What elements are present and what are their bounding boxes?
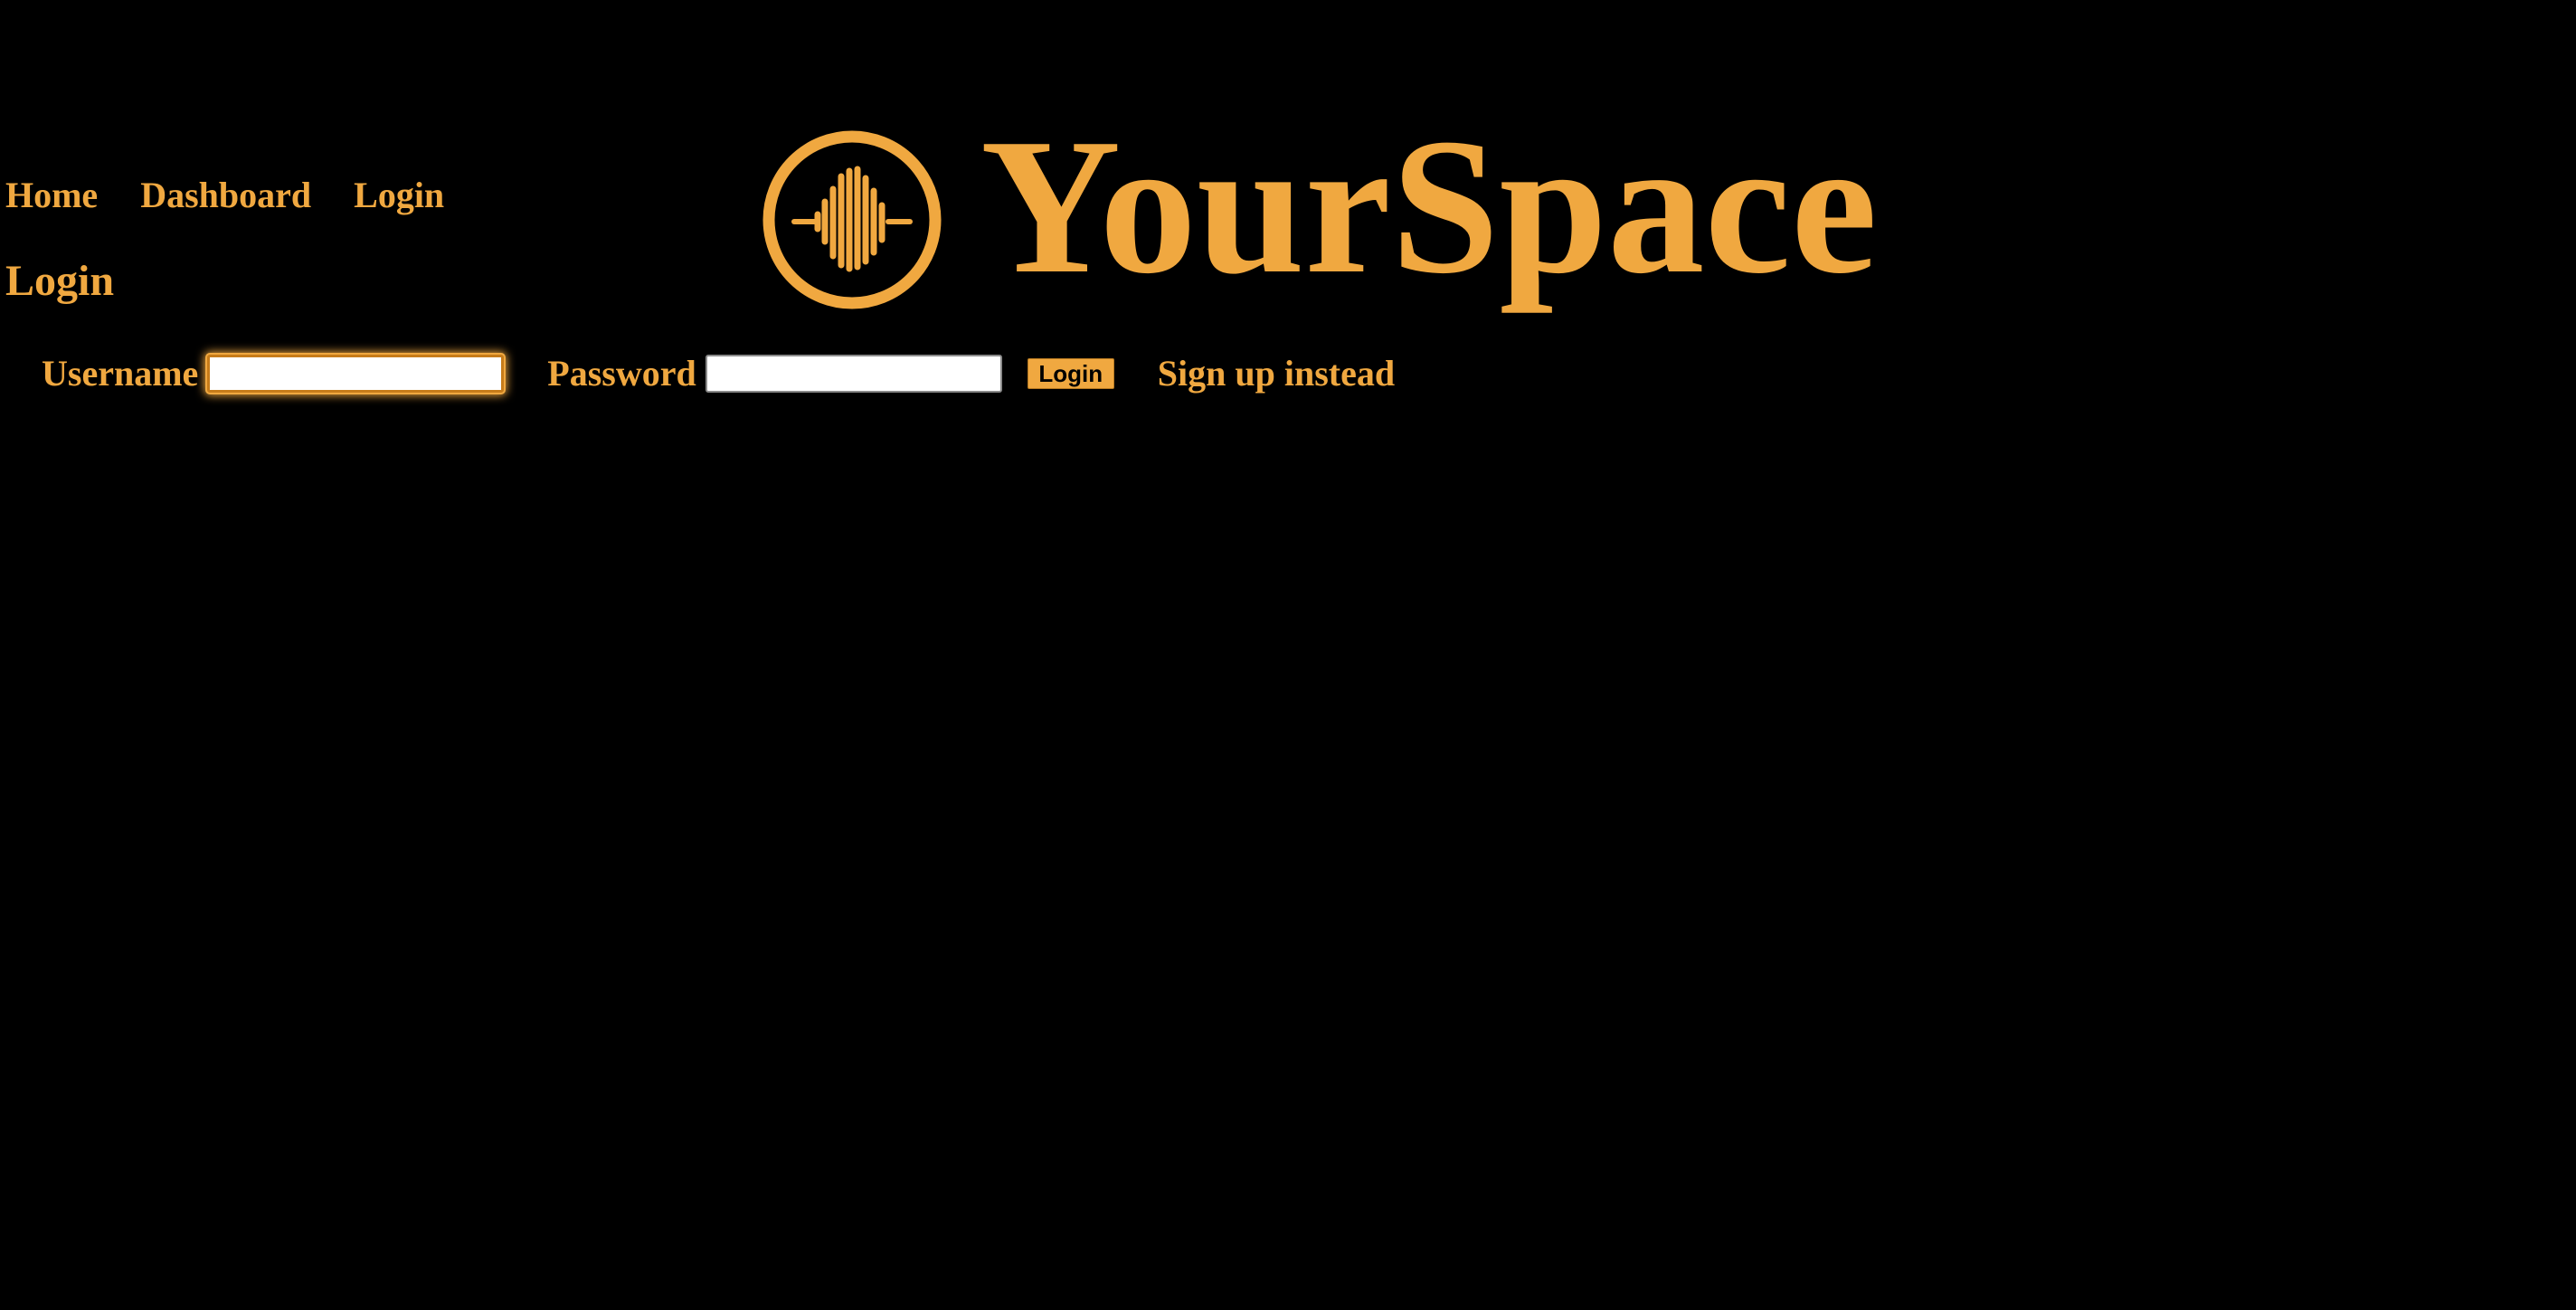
page-title: Login bbox=[5, 257, 115, 305]
sound-wave-circle-icon bbox=[762, 130, 942, 309]
signup-link[interactable]: Sign up instead bbox=[1158, 356, 1395, 392]
nav-link-dashboard[interactable]: Dashboard bbox=[140, 177, 311, 214]
brand-header: YourSpace bbox=[762, 109, 1877, 310]
password-label: Password bbox=[547, 353, 696, 394]
nav-link-home[interactable]: Home bbox=[5, 177, 98, 214]
site-title: YourSpace bbox=[980, 97, 1878, 314]
password-input[interactable] bbox=[705, 355, 1002, 393]
username-label: Username bbox=[42, 353, 199, 394]
nav-link-login[interactable]: Login bbox=[354, 177, 444, 214]
top-nav: Home Dashboard Login bbox=[5, 177, 487, 214]
username-input[interactable] bbox=[207, 355, 505, 393]
login-form: Username Password Login Sign up instead bbox=[42, 348, 1395, 399]
login-button[interactable]: Login bbox=[1027, 358, 1114, 389]
